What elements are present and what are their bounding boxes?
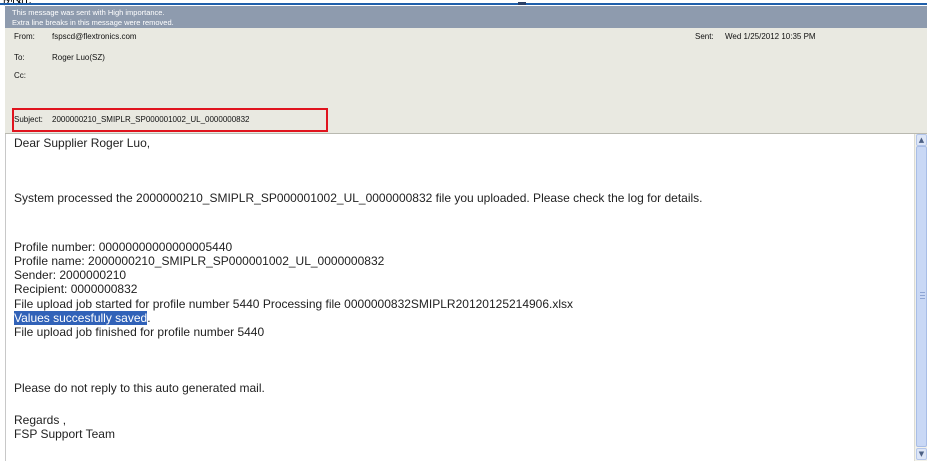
from-row: From: fspscd@flextronics.com Sent: Wed 1… [5, 31, 927, 43]
no-reply-notice: Please do not reply to this auto generat… [14, 381, 265, 395]
thumb-grip [920, 295, 925, 296]
recipient: Recipient: 0000000832 [14, 282, 138, 296]
values-saved-line: Values succesfully saved. [14, 311, 151, 325]
processed-notice: System processed the 2000000210_SMIPLR_S… [14, 191, 703, 205]
profile-number: Profile number: 00000000000000005440 [14, 240, 233, 254]
scrollbar-thumb[interactable] [916, 146, 927, 447]
job-started: File upload job started for profile numb… [14, 297, 574, 311]
caption-divider-mark [518, 2, 526, 5]
subject-row: Subject: 2000000210_SMIPLR_SP000001002_UL… [14, 114, 250, 126]
to-label: To: [14, 53, 25, 62]
selected-text[interactable]: Values succesfully saved [14, 311, 148, 325]
sent-field: Sent: Wed 1/25/2012 10:35 PM [695, 31, 816, 43]
job-finished: File upload job finished for profile num… [14, 325, 265, 339]
profile-name: Profile name: 2000000210_SMIPLR_SP000001… [14, 254, 385, 268]
subject-value: 2000000210_SMIPLR_SP000001002_UL_0000000… [52, 115, 250, 124]
values-saved-period: . [147, 311, 151, 325]
to-value[interactable]: Roger Luo(SZ) [52, 52, 105, 64]
sender: Sender: 2000000210 [14, 268, 127, 282]
greeting: Dear Supplier Roger Luo, [14, 136, 151, 150]
thumb-grip [920, 292, 925, 293]
message-body[interactable]: Dear Supplier Roger Luo, System processe… [5, 134, 914, 461]
regards: Regards , [14, 413, 67, 427]
importance-notice-bar: This message was sent with High importan… [5, 6, 927, 28]
from-label: From: [14, 32, 35, 41]
sent-label: Sent: [695, 32, 714, 41]
chevron-up-icon[interactable]: ▲ [916, 134, 927, 146]
vertical-scrollbar[interactable]: ▲ ▼ [914, 134, 927, 461]
thumb-grip [920, 298, 925, 299]
cc-label: Cc: [14, 71, 26, 80]
from-value[interactable]: fspscd@flextronics.com [52, 31, 137, 43]
caption-divider [0, 3, 927, 5]
notice-importance: This message was sent with High importan… [12, 8, 165, 17]
sent-value: Wed 1/25/2012 10:35 PM [725, 32, 816, 41]
chevron-down-icon[interactable]: ▼ [916, 448, 927, 460]
notice-line-breaks[interactable]: Extra line breaks in this message were r… [12, 18, 927, 28]
signature: FSP Support Team [14, 427, 115, 441]
message-header: From: fspscd@flextronics.com Sent: Wed 1… [5, 28, 927, 134]
subject-label: Subject: [14, 115, 43, 124]
